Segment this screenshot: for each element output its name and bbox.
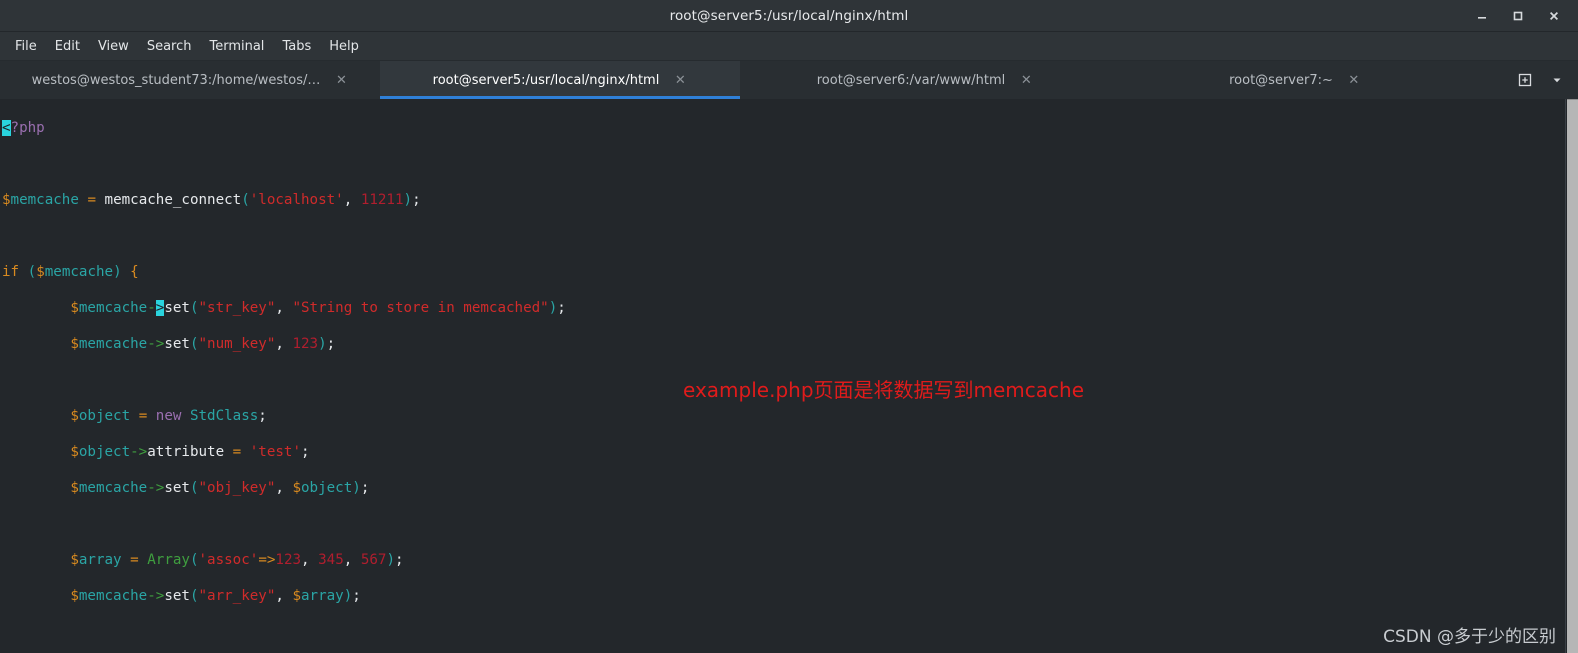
tab-close-icon[interactable]: ✕ — [1019, 73, 1033, 87]
tab-close-icon[interactable]: ✕ — [1347, 73, 1361, 87]
chevron-down-icon[interactable] — [1544, 67, 1570, 93]
vim-buffer: <?php $memcache = memcache_connect('loca… — [0, 99, 566, 653]
maximize-button[interactable] — [1500, 0, 1536, 32]
window-controls — [1464, 0, 1572, 31]
menu-item-help[interactable]: Help — [320, 36, 368, 57]
code-line: $memcache->set("arr_key", $array); — [70, 588, 361, 604]
menu-item-view[interactable]: View — [89, 36, 138, 57]
tab-close-icon[interactable]: ✕ — [334, 73, 348, 87]
new-tab-icon[interactable] — [1512, 67, 1538, 93]
vim-cursor: < — [2, 120, 11, 136]
annotation-text: example.php页面是将数据写到memcache — [683, 378, 1085, 402]
menubar: File Edit View Search Terminal Tabs Help — [0, 32, 1578, 61]
close-button[interactable] — [1536, 0, 1572, 32]
menu-item-tabs[interactable]: Tabs — [273, 36, 320, 57]
window-titlebar: root@server5:/usr/local/nginx/html — [0, 0, 1578, 32]
tabbar-actions — [1512, 61, 1578, 99]
tab-label: root@server5:/usr/local/nginx/html — [432, 72, 660, 88]
code-line: $array = Array('assoc'=>123, 345, 567); — [70, 552, 404, 568]
menu-item-edit[interactable]: Edit — [46, 36, 89, 57]
terminal-screen[interactable]: <?php $memcache = memcache_connect('loca… — [0, 99, 1578, 653]
tabbar-spacer — [1480, 61, 1512, 99]
minimize-button[interactable] — [1464, 0, 1500, 32]
code-line: $memcache->set("obj_key", $object); — [70, 480, 370, 496]
window-title: root@server5:/usr/local/nginx/html — [669, 7, 909, 24]
tab-label: root@server7:~ — [1229, 72, 1333, 88]
code-line: if ($memcache) { — [2, 264, 139, 280]
menu-item-file[interactable]: File — [6, 36, 46, 57]
code-line: $object->attribute = 'test'; — [70, 444, 310, 460]
tab-label: westos@westos_student73:/home/westos/… — [31, 72, 321, 88]
menu-item-search[interactable]: Search — [138, 36, 201, 57]
tab-server7[interactable]: root@server7:~ ✕ — [1110, 61, 1480, 99]
code-line: $object = new StdClass; — [70, 408, 267, 424]
tab-server6[interactable]: root@server6:/var/www/html ✕ — [740, 61, 1110, 99]
code-line: <?php — [2, 120, 45, 136]
tab-server5[interactable]: root@server5:/usr/local/nginx/html ✕ — [380, 61, 740, 99]
code-line: $memcache->set("str_key", "String to sto… — [70, 300, 566, 316]
tabbar: westos@westos_student73:/home/westos/… ✕… — [0, 61, 1578, 99]
tab-westos-student73[interactable]: westos@westos_student73:/home/westos/… ✕ — [0, 61, 380, 99]
watermark: CSDN @多于少的区别 — [1383, 627, 1556, 647]
code-line: $memcache = memcache_connect('localhost'… — [2, 192, 421, 208]
tab-label: root@server6:/var/www/html — [816, 72, 1006, 88]
vertical-scrollbar[interactable] — [1565, 99, 1578, 653]
scrollbar-thumb[interactable] — [1567, 99, 1578, 653]
tab-close-icon[interactable]: ✕ — [673, 73, 687, 87]
menu-item-terminal[interactable]: Terminal — [200, 36, 273, 57]
code-line: $memcache->set("num_key", 123); — [70, 336, 336, 352]
